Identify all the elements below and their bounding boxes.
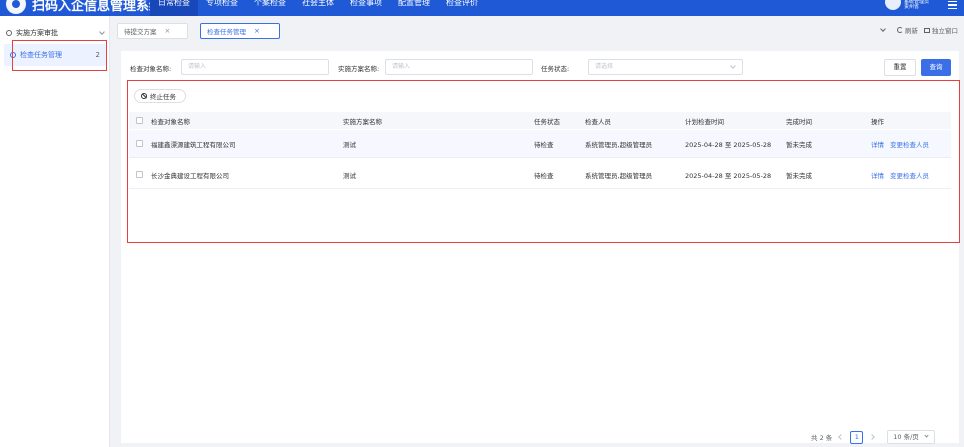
tabs-bar: 待提交方案 × 检查任务管理 × 刷新 独立窗口 [111, 16, 964, 44]
page-number[interactable]: 1 [850, 430, 864, 444]
window-icon [924, 28, 930, 33]
prev-page-icon[interactable] [836, 431, 846, 443]
table-header: 检查对象名称 实施方案名称 任务状态 检查人员 计划检查时间 完成时间 操作 [129, 112, 951, 129]
nav-item-evaluation[interactable]: 检查评价 [438, 0, 486, 16]
user-region: 贵州省 [904, 4, 920, 10]
detail-link[interactable]: 详情 [871, 170, 884, 180]
plan-name-label: 实施方案名称: [338, 65, 380, 73]
change-inspector-link[interactable]: 变更检查人员 [890, 170, 929, 180]
done-time-cell: 暂未完成 [786, 171, 812, 180]
table-row: 福建鑫漂源建筑工程有限公司 测试 待检查 系统管理员,超级管理员 2025-04… [129, 130, 951, 158]
nav-item-check-items[interactable]: 检查事项 [342, 0, 390, 16]
top-nav: 日常检查 专项检查 个案检查 社会主体 检查事项 配置管理 检查评价 [150, 0, 486, 16]
nav-item-daily-check[interactable]: 日常检查 [150, 0, 198, 16]
user-info[interactable]: 系统管理员 贵州省 [904, 0, 929, 10]
standalone-window-button[interactable]: 独立窗口 [924, 25, 958, 35]
target-name-label: 检查对象名称: [130, 65, 172, 73]
refresh-icon [897, 27, 903, 33]
sidebar: 实施方案审批 检查任务管理 2 [0, 16, 110, 447]
row-checkbox[interactable] [136, 171, 143, 178]
status-cell: 待检查 [534, 171, 554, 180]
table-row: 长沙金典建设工程有限公司 测试 待检查 系统管理员,超级管理员 2025-04-… [129, 161, 951, 189]
top-bar: 扫码入企信息管理系统 日常检查 专项检查 个案检查 社会主体 检查事项 配置管理… [0, 0, 964, 16]
column-header: 实施方案名称 [343, 117, 382, 126]
highlight-box [12, 40, 107, 71]
plan-name-cell: 测试 [343, 140, 356, 149]
user-avatar[interactable] [885, 0, 901, 10]
stop-task-button[interactable]: 终止任务 [134, 89, 186, 103]
circle-icon [6, 30, 12, 36]
main-card: 检查对象名称: 请输入 实施方案名称: 请输入 任务状态: 请选择 重置 查询 … [121, 51, 960, 444]
nav-item-social-subject[interactable]: 社会主体 [294, 0, 342, 16]
tab-pending-plan[interactable]: 待提交方案 × [117, 23, 188, 39]
page-size-select[interactable]: 10 条/页 [887, 430, 936, 444]
chevron-down-icon [924, 433, 929, 438]
planned-time-cell: 2025-04-28 至 2025-05-28 [685, 171, 772, 180]
column-header: 完成时间 [786, 117, 812, 126]
column-header: 任务状态 [534, 117, 560, 126]
chevron-down-icon [99, 29, 105, 35]
tabs-actions: 刷新 独立窗口 [880, 25, 958, 35]
app-title: 扫码入企信息管理系统 [32, 0, 163, 14]
menu-icon[interactable] [948, 1, 957, 9]
tab-label: 待提交方案 [124, 28, 157, 36]
row-checkbox[interactable] [136, 140, 143, 147]
reset-button[interactable]: 重置 [884, 59, 916, 76]
close-icon[interactable]: × [165, 27, 171, 35]
next-page-icon[interactable] [867, 431, 877, 443]
plan-name-input[interactable]: 请输入 [385, 59, 533, 75]
change-inspector-link[interactable]: 变更检查人员 [890, 139, 929, 149]
task-status-select[interactable]: 请选择 [588, 59, 743, 75]
target-name-input[interactable]: 请输入 [181, 59, 329, 75]
refresh-button[interactable]: 刷新 [897, 25, 918, 35]
chevron-down-icon[interactable] [880, 26, 886, 32]
nav-item-case-check[interactable]: 个案检查 [246, 0, 294, 16]
inspectors-cell: 系统管理员,超级管理员 [585, 140, 653, 149]
column-header: 检查人员 [585, 117, 611, 126]
target-name-cell: 福建鑫漂源建筑工程有限公司 [151, 140, 236, 149]
status-cell: 待检查 [534, 140, 554, 149]
chevron-down-icon [730, 63, 736, 69]
done-time-cell: 暂未完成 [786, 140, 812, 149]
filter-bar: 检查对象名称: 请输入 实施方案名称: 请输入 任务状态: 请选择 重置 查询 [121, 59, 959, 77]
pagination: 共 2 条 1 10 条/页 [811, 430, 936, 444]
nav-item-config[interactable]: 配置管理 [390, 0, 438, 16]
select-all-checkbox[interactable] [136, 117, 143, 124]
task-status-label: 任务状态: [541, 65, 570, 73]
sidebar-item-label: 实施方案审批 [16, 29, 58, 37]
target-name-cell: 长沙金典建设工程有限公司 [151, 171, 229, 180]
column-header: 操作 [871, 117, 884, 126]
close-icon[interactable]: × [254, 27, 260, 35]
plan-name-cell: 测试 [343, 171, 356, 180]
detail-link[interactable]: 详情 [871, 139, 884, 149]
search-button[interactable]: 查询 [921, 59, 951, 76]
tab-task-management[interactable]: 检查任务管理 × [200, 23, 280, 39]
column-header: 检查对象名称 [151, 117, 190, 126]
ban-icon [141, 93, 147, 99]
app-logo [6, 0, 26, 14]
column-header: 计划检查时间 [685, 117, 724, 126]
inspectors-cell: 系统管理员,超级管理员 [585, 171, 653, 180]
total-count: 共 2 条 [811, 434, 833, 442]
planned-time-cell: 2025-04-28 至 2025-05-28 [685, 140, 772, 149]
tab-label: 检查任务管理 [207, 28, 246, 36]
nav-item-special-check[interactable]: 专项检查 [198, 0, 246, 16]
